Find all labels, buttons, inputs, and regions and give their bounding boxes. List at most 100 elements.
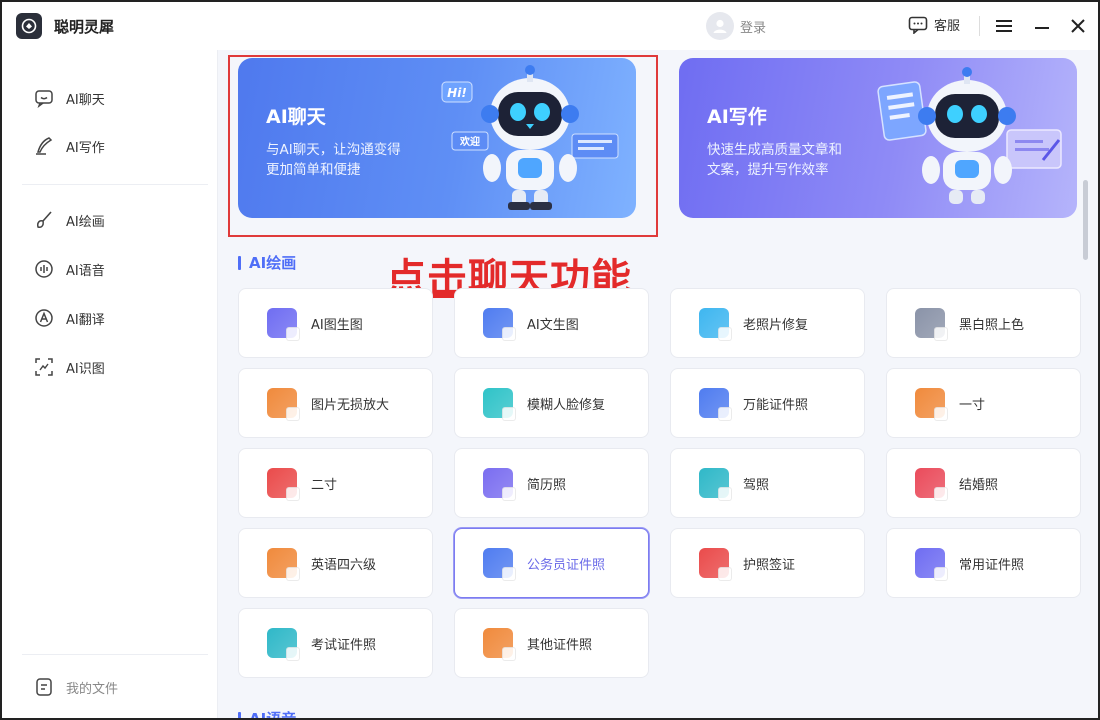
section-marker bbox=[238, 255, 241, 270]
ai-writing-banner[interactable]: AI写作 快速生成高质量文章和 文案，提升写作效率 bbox=[679, 58, 1077, 218]
feature-icon bbox=[483, 388, 516, 421]
section-marker bbox=[238, 711, 241, 718]
feature-icon bbox=[699, 308, 732, 341]
feature-icon bbox=[483, 628, 516, 661]
feature-card[interactable]: 常用证件照 bbox=[886, 528, 1081, 598]
login-label: 登录 bbox=[740, 20, 767, 36]
brush-icon bbox=[37, 211, 52, 228]
feature-icon bbox=[699, 468, 732, 501]
banner-title: AI写作 bbox=[707, 106, 767, 128]
sidebar-item-ai-translate[interactable]: AI翻译 bbox=[34, 308, 105, 328]
feature-label: 考试证件照 bbox=[311, 637, 377, 653]
feature-card[interactable]: AI文生图 bbox=[454, 288, 649, 358]
feature-card[interactable]: 万能证件照 bbox=[670, 368, 865, 438]
translate-icon bbox=[35, 309, 53, 327]
feature-label: 护照签证 bbox=[743, 557, 796, 573]
sidebar-item-ai-recognize[interactable]: AI识图 bbox=[34, 357, 105, 377]
feature-label: 黑白照上色 bbox=[959, 317, 1025, 333]
section-title-text: AI绘画 bbox=[249, 254, 297, 272]
avatar-icon bbox=[706, 12, 734, 40]
feature-icon bbox=[915, 548, 948, 581]
feature-card[interactable]: 模糊人脸修复 bbox=[454, 368, 649, 438]
sidebar-item-label: AI翻译 bbox=[66, 312, 105, 328]
feature-card[interactable]: AI图生图 bbox=[238, 288, 433, 358]
main-content: AI聊天 与AI聊天，让沟通变得 更加简单和便捷 Hi! 欢迎 AI写作 快速生… bbox=[218, 50, 1084, 720]
minimize-icon bbox=[1035, 27, 1049, 29]
feature-card[interactable]: 一寸 bbox=[886, 368, 1081, 438]
feature-label: 结婚照 bbox=[959, 477, 999, 493]
feature-label: 简历照 bbox=[527, 477, 567, 493]
feature-card[interactable]: 其他证件照 bbox=[454, 608, 649, 678]
feature-label: AI文生图 bbox=[527, 317, 579, 333]
sidebar-item-ai-painting[interactable]: AI绘画 bbox=[34, 210, 105, 230]
sidebar: AI聊天 AI写作 AI绘画 AI语音 AI翻译 AI识图 我的文件 bbox=[2, 50, 218, 718]
sidebar-item-ai-chat[interactable]: AI聊天 bbox=[34, 88, 105, 108]
customer-service-label: 客服 bbox=[934, 19, 961, 34]
feature-card[interactable]: 结婚照 bbox=[886, 448, 1081, 518]
feature-icon bbox=[267, 308, 300, 341]
feature-card[interactable]: 公务员证件照 bbox=[454, 528, 649, 598]
voice-icon bbox=[35, 260, 53, 278]
feature-icon bbox=[915, 468, 948, 501]
sidebar-item-ai-writing[interactable]: AI写作 bbox=[34, 136, 105, 156]
feature-card[interactable]: 英语四六级 bbox=[238, 528, 433, 598]
feature-label: 老照片修复 bbox=[743, 317, 809, 333]
chat-icon bbox=[35, 90, 53, 108]
feature-card[interactable]: 简历照 bbox=[454, 448, 649, 518]
login-button[interactable]: 登录 bbox=[706, 12, 766, 40]
banner-description: 快速生成高质量文章和 bbox=[707, 142, 842, 158]
feature-label: 二寸 bbox=[311, 477, 338, 493]
sidebar-item-label: AI绘画 bbox=[66, 214, 105, 230]
app-title: 聪明灵犀 bbox=[54, 18, 115, 36]
feature-label: 一寸 bbox=[959, 397, 986, 413]
sidebar-item-my-files[interactable]: 我的文件 bbox=[34, 677, 118, 697]
feature-icon bbox=[267, 468, 300, 501]
feature-label: 模糊人脸修复 bbox=[527, 397, 606, 413]
sidebar-item-label: 我的文件 bbox=[66, 681, 119, 697]
minimize-button[interactable] bbox=[1030, 14, 1054, 38]
message-icon bbox=[908, 16, 928, 34]
feature-label: 图片无损放大 bbox=[311, 397, 390, 413]
sidebar-item-label: AI识图 bbox=[66, 361, 105, 377]
feature-icon bbox=[267, 388, 300, 421]
menu-icon bbox=[996, 20, 1012, 32]
banner-description: 文案，提升写作效率 bbox=[707, 162, 829, 178]
feature-card[interactable]: 二寸 bbox=[238, 448, 433, 518]
writing-robot-illustration-icon bbox=[877, 67, 1062, 204]
feature-label: 常用证件照 bbox=[959, 557, 1025, 573]
close-button[interactable] bbox=[1066, 14, 1090, 38]
sidebar-divider bbox=[22, 184, 208, 185]
sidebar-item-label: AI语音 bbox=[66, 263, 105, 279]
feature-label: 万能证件照 bbox=[743, 397, 809, 413]
feature-icon bbox=[267, 548, 300, 581]
feature-icon bbox=[915, 308, 948, 341]
scrollbar-thumb[interactable] bbox=[1083, 180, 1088, 260]
section-title-ai-voice: AI语音 bbox=[238, 708, 297, 720]
menu-button[interactable] bbox=[992, 14, 1016, 38]
feature-card[interactable]: 驾照 bbox=[670, 448, 865, 518]
close-icon bbox=[1071, 19, 1085, 33]
file-icon bbox=[36, 678, 52, 696]
sidebar-divider bbox=[22, 654, 208, 655]
feature-icon bbox=[915, 388, 948, 421]
feature-card[interactable]: 护照签证 bbox=[670, 528, 865, 598]
feature-card[interactable]: 老照片修复 bbox=[670, 288, 865, 358]
feature-label: 英语四六级 bbox=[311, 557, 377, 573]
sidebar-item-ai-voice[interactable]: AI语音 bbox=[34, 259, 105, 279]
pen-icon bbox=[36, 137, 53, 155]
feature-card[interactable]: 考试证件照 bbox=[238, 608, 433, 678]
highlight-box bbox=[228, 55, 658, 237]
sidebar-item-label: AI聊天 bbox=[66, 92, 105, 108]
app-window: 聪明灵犀 登录 客服 AI聊天 AI写作 AI绘画 AI语音 AI翻译 AI识图… bbox=[0, 0, 1100, 720]
feature-icon bbox=[267, 628, 300, 661]
title-bar: 聪明灵犀 登录 客服 bbox=[2, 2, 1098, 50]
feature-label: 驾照 bbox=[743, 477, 770, 493]
section-title-ai-painting: AI绘画 bbox=[238, 252, 296, 273]
feature-icon bbox=[483, 548, 516, 581]
feature-card[interactable]: 黑白照上色 bbox=[886, 288, 1081, 358]
feature-card[interactable]: 图片无损放大 bbox=[238, 368, 433, 438]
section-title-text: AI语音 bbox=[249, 710, 297, 720]
customer-service-button[interactable]: 客服 bbox=[908, 15, 960, 34]
feature-label: 其他证件照 bbox=[527, 637, 593, 653]
sidebar-item-label: AI写作 bbox=[66, 140, 105, 156]
